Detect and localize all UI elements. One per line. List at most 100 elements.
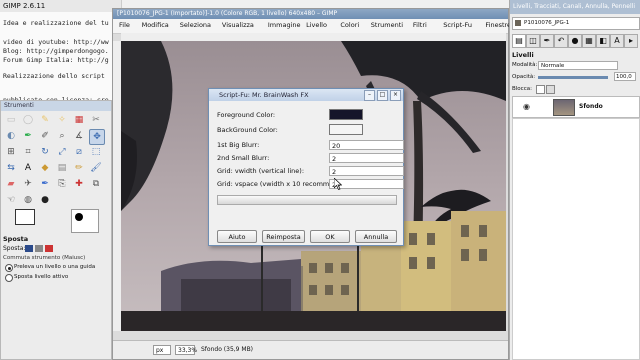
- opacity-slider[interactable]: [538, 76, 608, 79]
- cancel-button[interactable]: Annulla: [355, 230, 397, 243]
- maximize-icon[interactable]: □: [377, 90, 388, 101]
- blur-icon[interactable]: ◍: [21, 193, 35, 207]
- image-name: P1010076_JPG-1: [524, 20, 570, 26]
- menu-filtri[interactable]: Filtri: [413, 21, 427, 29]
- airbrush-icon[interactable]: ✈: [21, 177, 35, 191]
- heal-icon[interactable]: ✚: [72, 177, 86, 191]
- foreground-color-button[interactable]: [329, 109, 363, 120]
- mode-select[interactable]: Normale: [538, 61, 618, 70]
- blend-icon[interactable]: ▤: [55, 161, 69, 175]
- eraser-icon[interactable]: ▰: [4, 177, 18, 191]
- menu-immagine[interactable]: Immagine: [268, 21, 301, 29]
- dodge-burn-icon[interactable]: ●: [38, 193, 52, 207]
- text-icon[interactable]: A: [21, 161, 35, 175]
- brush-preview[interactable]: [71, 209, 99, 233]
- layers-tab-icon[interactable]: ▤: [512, 34, 526, 48]
- path-mode-icon[interactable]: [45, 245, 53, 252]
- option1-radio[interactable]: [5, 264, 13, 272]
- menu-modifica[interactable]: Modifica: [142, 21, 169, 29]
- shear-icon[interactable]: ⧄: [72, 145, 86, 159]
- tool-options-title: Sposta: [3, 235, 29, 243]
- move-label: Sposta:: [3, 245, 26, 252]
- foreground-color-swatch[interactable]: [15, 209, 35, 225]
- background-color-button[interactable]: [329, 124, 363, 135]
- menu-strumenti[interactable]: Strumenti: [371, 21, 403, 29]
- big-blurr-input[interactable]: 20: [329, 140, 404, 150]
- rect-select-icon[interactable]: ▭: [4, 113, 18, 127]
- doc-line: video di youtube: http://ww: [3, 38, 109, 46]
- selection-mode-icon[interactable]: [35, 245, 43, 252]
- opacity-value: 100,0: [616, 74, 632, 80]
- small-blurr-row: 2nd Small Blurr: 2: [217, 153, 404, 163]
- option2-radio[interactable]: [5, 274, 13, 282]
- measure-icon[interactable]: ∡: [72, 129, 86, 143]
- opacity-input[interactable]: 100,0: [614, 72, 636, 81]
- mode-label: Modalità:: [512, 62, 538, 68]
- unit-select[interactable]: px: [153, 345, 171, 355]
- toggle-label: Commuta strumento (Maiusc): [3, 255, 86, 261]
- smudge-icon[interactable]: ☜: [4, 193, 18, 207]
- lock-label: Blocca:: [512, 86, 532, 92]
- bucket-fill-icon[interactable]: ◆: [38, 161, 52, 175]
- fuzzy-select-icon[interactable]: ✧: [55, 113, 69, 127]
- small-blurr-input[interactable]: 2: [329, 153, 404, 163]
- help-button[interactable]: Aiuto: [217, 230, 257, 243]
- patterns-tab-icon[interactable]: ▦: [582, 34, 596, 48]
- zoom-select[interactable]: 33,3%: [175, 345, 198, 355]
- toolbox-title: Strumenti: [1, 101, 111, 111]
- ok-button[interactable]: OK: [310, 230, 350, 243]
- layer-thumbnail: [553, 99, 575, 116]
- eye-icon[interactable]: ◉: [523, 102, 530, 111]
- scissors-icon[interactable]: ✂: [89, 113, 103, 127]
- doc-line: Realizzazione dello script: [3, 72, 105, 80]
- channels-tab-icon[interactable]: ◫: [526, 34, 540, 48]
- menu-finestre[interactable]: Finestre: [485, 21, 511, 29]
- lock-pixels-checkbox[interactable]: [536, 85, 545, 94]
- perspective-clone-icon[interactable]: ⧉: [89, 177, 103, 191]
- brushes-tab-icon[interactable]: ●: [568, 34, 582, 48]
- free-select-icon[interactable]: ✎: [38, 113, 52, 127]
- fonts-tab-icon[interactable]: A: [610, 34, 624, 48]
- rotate-icon[interactable]: ↻: [38, 145, 52, 159]
- gradients-tab-icon[interactable]: ◧: [596, 34, 610, 48]
- tab-menu-icon[interactable]: ▸: [624, 34, 638, 48]
- image-select[interactable]: P1010076_JPG-1: [512, 17, 640, 30]
- mouse-cursor-icon: [334, 178, 342, 190]
- paintbrush-icon[interactable]: 🖌: [89, 161, 103, 175]
- zoom-icon[interactable]: ⌕: [55, 129, 69, 143]
- layer-mode-icon[interactable]: [25, 245, 33, 252]
- layer-row[interactable]: ◉ Sfondo: [512, 96, 640, 118]
- zoom-value: 33,3%: [178, 347, 198, 354]
- menu-livello[interactable]: Livello: [306, 21, 327, 29]
- paths-icon[interactable]: ✒: [21, 129, 35, 143]
- perspective-icon[interactable]: ⬚: [89, 145, 103, 159]
- clone-icon[interactable]: ⎘: [55, 177, 69, 191]
- grid-vwidth-input[interactable]: 2: [329, 166, 404, 176]
- reset-button[interactable]: Reimposta: [262, 230, 305, 243]
- layers-list-area: [512, 118, 640, 360]
- menu-file[interactable]: File: [119, 21, 130, 29]
- ink-icon[interactable]: ✒: [38, 177, 52, 191]
- menu-visualizza[interactable]: Visualizza: [222, 21, 254, 29]
- foreground-select-icon[interactable]: ◐: [4, 129, 18, 143]
- close-icon[interactable]: ×: [390, 90, 401, 101]
- option1-label: Preleva un livello o una guida: [14, 264, 96, 270]
- color-select-icon[interactable]: ▦: [72, 113, 86, 127]
- lock-alpha-checkbox[interactable]: [546, 85, 555, 94]
- menu-script-fu[interactable]: Script-Fu: [443, 21, 472, 29]
- ellipse-select-icon[interactable]: ◯: [21, 113, 35, 127]
- undo-tab-icon[interactable]: ↶: [554, 34, 568, 48]
- scale-icon[interactable]: ⤢: [55, 145, 69, 159]
- align-icon[interactable]: ⊞: [4, 145, 18, 159]
- status-bar: px 33,3% Sfondo (35,9 MB): [113, 340, 508, 359]
- menu-seleziona[interactable]: Seleziona: [180, 21, 211, 29]
- flip-icon[interactable]: ⇆: [4, 161, 18, 175]
- pencil-icon[interactable]: ✏: [72, 161, 86, 175]
- menu-colori[interactable]: Colori: [340, 21, 359, 29]
- crop-icon[interactable]: ⌗: [21, 145, 35, 159]
- mode-value: Normale: [541, 63, 565, 69]
- color-picker-icon[interactable]: ✐: [38, 129, 52, 143]
- move-icon[interactable]: ✥: [89, 129, 105, 145]
- minimize-icon[interactable]: –: [364, 90, 375, 101]
- paths-tab-icon[interactable]: ✒: [540, 34, 554, 48]
